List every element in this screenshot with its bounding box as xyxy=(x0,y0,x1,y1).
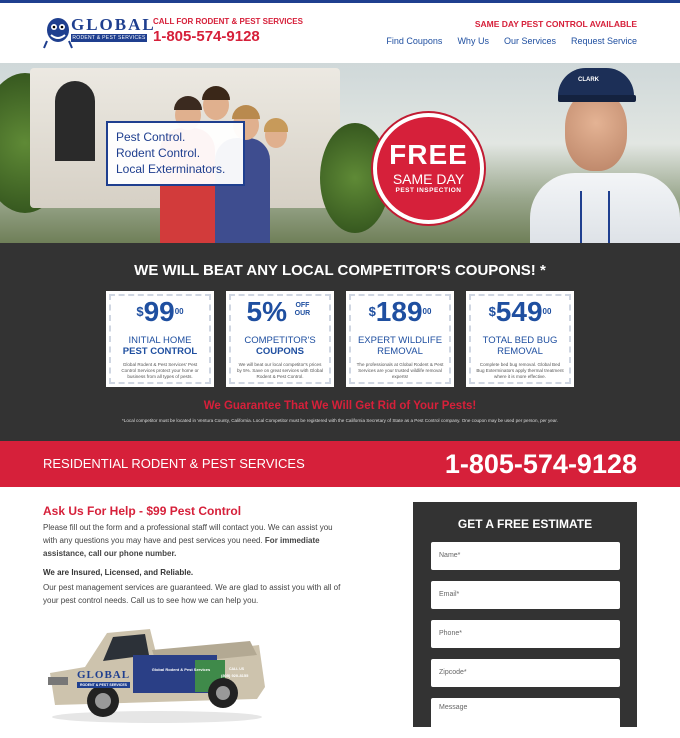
truck-panel-text: Global Rodent & Pest Services xyxy=(151,667,211,672)
coupon-line1: EXPERT WILDLIFE xyxy=(357,335,443,346)
coupon-card-pest-control[interactable]: $9900 INITIAL HOME PEST CONTROL Global R… xyxy=(106,291,214,387)
technician-face xyxy=(565,91,627,171)
coupon-line1: INITIAL HOME xyxy=(128,335,192,346)
family-member-hair xyxy=(174,96,202,110)
coupon-line2: COUPONS xyxy=(255,346,305,357)
tagline-line: Local Exterminators. xyxy=(116,162,226,176)
coupon-description: The professionals at Global Rodent & Pes… xyxy=(356,362,444,379)
technician-lanyard xyxy=(580,191,610,243)
tagline-line: Rodent Control. xyxy=(116,146,201,160)
coupon-price: 5% OFF OUR xyxy=(246,296,311,327)
coupon-fine-print: *Local competitor must be located in Ven… xyxy=(122,418,558,423)
coupon-description: Global Rodent & Pest Services' Pest Cont… xyxy=(121,362,199,379)
truck-phone-text: (805) 920-8155 xyxy=(221,673,249,678)
form-title: GET A FREE ESTIMATE xyxy=(457,517,593,531)
guarantee-paragraph: Our pest management services are guarant… xyxy=(43,583,341,605)
hero-house-window xyxy=(55,81,95,161)
coupons-section: WE WILL BEAT ANY LOCAL COMPETITOR'S COUP… xyxy=(0,243,680,441)
truck-logo-sub: RODENT & PEST SERVICES xyxy=(77,682,131,688)
services-band-label: RESIDENTIAL RODENT & PEST SERVICES xyxy=(43,456,305,471)
nav-request-service[interactable]: Request Service xyxy=(571,36,637,46)
coupon-card-bed-bug[interactable]: $54900 TOTAL BED BUG REMOVAL Complete be… xyxy=(466,291,574,387)
family-member-hair xyxy=(264,118,288,132)
cap-logo-text: CLARK xyxy=(578,77,599,83)
global-logo[interactable]: GLOBAL RODENT & PEST SERVICES xyxy=(43,13,154,49)
contact-section: Ask Us For Help - $99 Pest Control Pleas… xyxy=(0,487,680,738)
truck-logo-text: GLOBAL xyxy=(77,669,131,681)
guarantee-text: We Guarantee That We Will Get Rid of You… xyxy=(203,400,477,412)
insured-heading: We are Insured, Licensed, and Reliable. xyxy=(43,568,194,577)
nav-our-services[interactable]: Our Services xyxy=(504,36,556,46)
hero-banner: Pest Control. Rodent Control. Local Exte… xyxy=(0,63,680,243)
technician-cap-bill xyxy=(558,95,636,102)
technician-photo: CLARK xyxy=(520,63,680,243)
logo-wordmark: GLOBAL xyxy=(71,15,156,34)
estimate-form: GET A FREE ESTIMATE Name* Email* Phone* … xyxy=(413,502,637,738)
email-field[interactable]: Email* xyxy=(431,581,620,609)
ask-title: Ask Us For Help - $99 Pest Control xyxy=(43,504,242,518)
coupon-description: We will beat our local competitor's pric… xyxy=(236,362,324,379)
logo-subtitle: RODENT & PEST SERVICES xyxy=(71,34,147,42)
coupon-line1: TOTAL BED BUG xyxy=(482,335,558,346)
family-member-hair xyxy=(202,86,230,100)
truck-image: Global Rodent & Pest Services GLOBAL ROD… xyxy=(45,615,270,725)
call-prompt: CALL FOR RODENT & PEST SERVICES xyxy=(153,17,303,26)
band-phone-link[interactable]: 1-805-574-9128 xyxy=(445,449,637,480)
same-day-banner: SAME DAY PEST CONTROL AVAILABLE xyxy=(474,19,637,29)
nav-why-us[interactable]: Why Us xyxy=(457,36,489,46)
coupon-line2: REMOVAL xyxy=(497,346,543,357)
coupon-price: $54900 xyxy=(488,296,552,327)
name-field[interactable]: Name* xyxy=(431,542,620,570)
services-band: RESIDENTIAL RODENT & PEST SERVICES 1-805… xyxy=(0,441,680,487)
coupon-description: Complete bed bug removal. Global Bed Bug… xyxy=(476,362,564,379)
coupon-line2: REMOVAL xyxy=(377,346,423,357)
nav-find-coupons[interactable]: Find Coupons xyxy=(386,36,442,46)
truck-call-text: CALL US xyxy=(229,667,245,671)
badge-pest-inspection: PEST INSPECTION xyxy=(395,187,462,194)
coupons-heading: WE WILL BEAT ANY LOCAL COMPETITOR'S COUP… xyxy=(134,262,546,279)
coupon-line1: COMPETITOR'S xyxy=(244,335,316,346)
zipcode-field[interactable]: Zipcode* xyxy=(431,659,620,687)
phone-field[interactable]: Phone* xyxy=(431,620,620,648)
coupon-price: $18900 xyxy=(368,296,432,327)
free-inspection-badge[interactable]: FREE SAME DAY PEST INSPECTION xyxy=(373,113,484,224)
header-phone-link[interactable]: 1-805-574-9128 xyxy=(153,28,260,45)
intro-paragraph: Please fill out the form and a professio… xyxy=(43,521,343,560)
main-nav: Find Coupons Why Us Our Services Request… xyxy=(386,36,637,46)
tagline-line: Pest Control. xyxy=(116,130,186,144)
message-field[interactable]: Message xyxy=(431,698,620,738)
site-header: GLOBAL RODENT & PEST SERVICES CALL FOR R… xyxy=(0,3,680,63)
coupon-card-wildlife[interactable]: $18900 EXPERT WILDLIFE REMOVAL The profe… xyxy=(346,291,454,387)
badge-free: FREE xyxy=(389,139,468,170)
badge-same-day: SAME DAY xyxy=(392,171,465,187)
family-member-hair xyxy=(232,105,260,119)
hero-tagline-box: Pest Control. Rodent Control. Local Exte… xyxy=(106,121,245,186)
coupon-price: $9900 xyxy=(136,296,184,327)
coupon-line2: PEST CONTROL xyxy=(122,346,198,357)
coupon-card-competitor[interactable]: 5% OFF OUR COMPETITOR'S COUPONS We will … xyxy=(226,291,334,387)
mascot-icon xyxy=(43,18,73,49)
